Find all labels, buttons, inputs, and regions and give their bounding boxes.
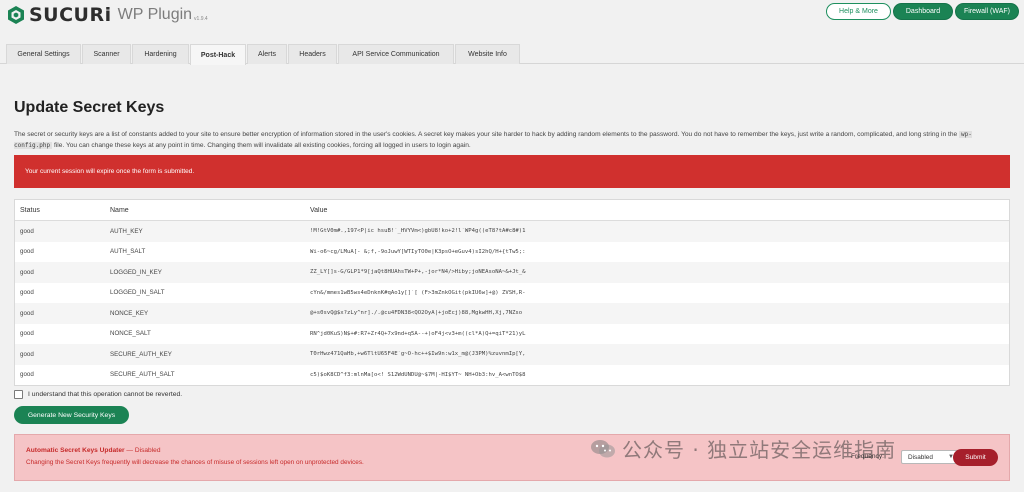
frequency-label: Frequency: bbox=[851, 453, 884, 460]
key-name: LOGGED_IN_KEY bbox=[110, 268, 162, 276]
key-value: cYn&/mmes1wB5ws4eDnknK#qAo1y[]`[ (F>3mZn… bbox=[310, 289, 526, 296]
page-description: The secret or security keys are a list o… bbox=[14, 129, 1004, 151]
status-column-header: Status bbox=[20, 206, 40, 214]
settings-tabs: General Settings Scanner Hardening Post-… bbox=[0, 44, 1024, 65]
confirm-revert-checkbox[interactable] bbox=[14, 390, 23, 399]
table-body: good AUTH_KEY !M!GtV0m#.,197<P|ic hsuB!`… bbox=[15, 221, 1009, 385]
key-value: c5)$oK8CD^f3:mlnMa[o<! S12WdUNDU@~$7M|-H… bbox=[310, 371, 526, 378]
tab-headers[interactable]: Headers bbox=[288, 44, 337, 64]
version-label: v1.9.4 bbox=[194, 16, 208, 22]
table-row: good NONCE_SALT RN^jd0KuS)N$+#:R7+Zr4Q+7… bbox=[15, 324, 1009, 345]
key-value: T0rHwz471QaHb,+w6TltU65F4E`g~O-hc++$Iw9n… bbox=[310, 351, 526, 358]
key-value: RN^jd0KuS)N$+#:R7+Zr4Q+7x9nd+q5A--+)oF4j… bbox=[310, 330, 526, 337]
auto-updater-title: Automatic Secret Keys Updater — Disabled bbox=[26, 447, 161, 454]
key-status: good bbox=[20, 268, 34, 276]
confirm-revert-row: I understand that this operation cannot … bbox=[14, 390, 182, 399]
description-text-1: The secret or security keys are a list o… bbox=[14, 131, 958, 138]
tab-scanner[interactable]: Scanner bbox=[82, 44, 131, 64]
plugin-header: SUCURi WP Plugin v1.9.4 Help & More Dash… bbox=[0, 0, 1024, 40]
sucuri-logo: SUCURi WP Plugin v1.9.4 bbox=[6, 4, 208, 26]
auto-updater-heading: Automatic Secret Keys Updater bbox=[26, 447, 125, 454]
firewall-waf-button[interactable]: Firewall (WAF) bbox=[955, 3, 1019, 20]
key-name: AUTH_SALT bbox=[110, 248, 146, 256]
product-name: WP Plugin bbox=[117, 6, 193, 23]
tab-api-service-communication[interactable]: API Service Communication bbox=[338, 44, 454, 64]
confirm-revert-label[interactable]: I understand that this operation cannot … bbox=[28, 391, 182, 398]
key-status: good bbox=[20, 227, 34, 235]
auto-updater-panel: Automatic Secret Keys Updater — Disabled… bbox=[14, 434, 1010, 481]
tab-alerts[interactable]: Alerts bbox=[247, 44, 287, 64]
dashboard-button[interactable]: Dashboard bbox=[893, 3, 953, 20]
key-status: good bbox=[20, 309, 34, 317]
key-value: Wi-o6~cg/LMuA[- &;f,-9oJuwY[WTIyTO0e|K3p… bbox=[310, 248, 526, 255]
key-name: LOGGED_IN_SALT bbox=[110, 289, 165, 297]
value-column-header: Value bbox=[310, 206, 328, 214]
table-row: good SECURE_AUTH_KEY T0rHwz471QaHb,+w6Tl… bbox=[15, 344, 1009, 365]
secret-keys-table: Status Name Value good AUTH_KEY !M!GtV0m… bbox=[14, 199, 1010, 386]
tab-website-info[interactable]: Website Info bbox=[455, 44, 520, 64]
page-title: Update Secret Keys bbox=[14, 99, 165, 116]
table-row: good SECURE_AUTH_SALT c5)$oK8CD^f3:mlnMa… bbox=[15, 365, 1009, 386]
key-name: SECURE_AUTH_SALT bbox=[110, 371, 175, 379]
session-expire-alert: Your current session will expire once th… bbox=[14, 155, 1010, 188]
table-row: good LOGGED_IN_SALT cYn&/mmes1wB5ws4eDnk… bbox=[15, 283, 1009, 304]
table-row: good NONCE_KEY @+s0svQ@$x?zLy^nr]./.@cu4… bbox=[15, 303, 1009, 324]
description-text-2: file. You can change these keys at any p… bbox=[53, 142, 471, 149]
key-status: good bbox=[20, 248, 34, 256]
session-alert-text: Your current session will expire once th… bbox=[25, 168, 195, 175]
key-name: AUTH_KEY bbox=[110, 227, 143, 235]
tab-post-hack[interactable]: Post-Hack bbox=[190, 44, 246, 65]
key-name: NONCE_SALT bbox=[110, 330, 151, 338]
brand-name: SUCURi bbox=[29, 4, 112, 26]
auto-updater-description: Changing the Secret Keys frequently will… bbox=[26, 459, 364, 466]
frequency-select[interactable]: Disabled ▼ bbox=[901, 450, 959, 464]
tab-hardening[interactable]: Hardening bbox=[132, 44, 189, 64]
table-row: good AUTH_KEY !M!GtV0m#.,197<P|ic hsuB!`… bbox=[15, 221, 1009, 242]
table-row: good AUTH_SALT Wi-o6~cg/LMuA[- &;f,-9oJu… bbox=[15, 242, 1009, 263]
frequency-selected-value: Disabled bbox=[908, 453, 933, 461]
key-status: good bbox=[20, 371, 34, 379]
table-row: good LOGGED_IN_KEY ZZ_LY[]s-G/GLP1*9[jaQ… bbox=[15, 262, 1009, 283]
key-value: @+s0svQ@$x?zLy^nr]./.@cu4FDN38<QO2OyA|+j… bbox=[310, 310, 523, 317]
submit-button[interactable]: Submit bbox=[953, 449, 998, 466]
key-name: NONCE_KEY bbox=[110, 309, 149, 317]
auto-updater-status: — Disabled bbox=[126, 447, 161, 454]
key-status: good bbox=[20, 330, 34, 338]
generate-keys-button[interactable]: Generate New Security Keys bbox=[14, 406, 129, 424]
tab-general-settings[interactable]: General Settings bbox=[6, 44, 81, 64]
help-more-button[interactable]: Help & More bbox=[826, 3, 891, 20]
key-name: SECURE_AUTH_KEY bbox=[110, 350, 172, 358]
key-value: ZZ_LY[]s-G/GLP1*9[jaQt8HUAhsTW+P+,-jor*N… bbox=[310, 269, 526, 276]
key-status: good bbox=[20, 289, 34, 297]
name-column-header: Name bbox=[110, 206, 129, 214]
table-header: Status Name Value bbox=[15, 200, 1009, 221]
key-value: !M!GtV0m#.,197<P|ic hsuB!`_HVYVm<)gbU8!k… bbox=[310, 228, 526, 235]
sucuri-logo-icon bbox=[8, 6, 24, 24]
key-status: good bbox=[20, 350, 34, 358]
